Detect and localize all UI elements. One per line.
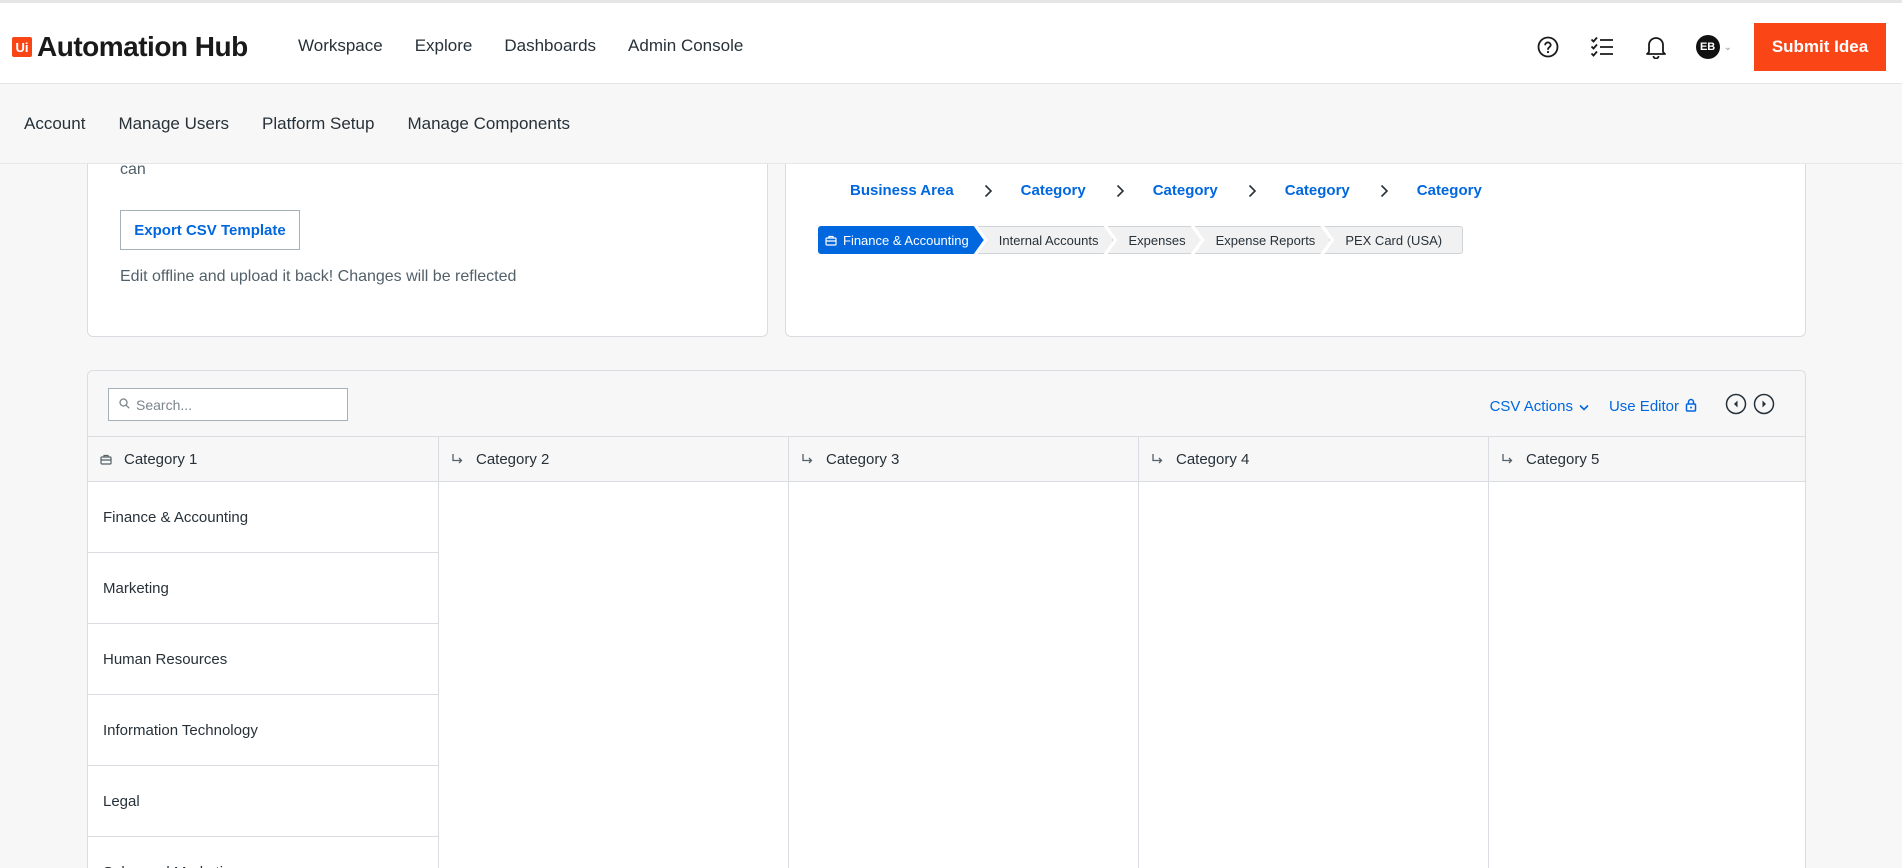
logo-badge: Ui bbox=[12, 37, 32, 57]
list-item[interactable]: Information Technology bbox=[88, 695, 438, 766]
list-item[interactable]: Finance & Accounting bbox=[88, 482, 438, 553]
app-logo[interactable]: Ui Automation Hub bbox=[12, 33, 248, 61]
chip-internal-accounts[interactable]: Internal Accounts bbox=[978, 226, 1114, 254]
help-icon[interactable] bbox=[1534, 33, 1562, 61]
chevron-right-icon bbox=[1116, 184, 1125, 198]
export-csv-template-button[interactable]: Export CSV Template bbox=[120, 210, 300, 250]
lock-icon bbox=[1685, 398, 1697, 416]
subnav-manage-components[interactable]: Manage Components bbox=[407, 114, 570, 134]
subnav-manage-users[interactable]: Manage Users bbox=[118, 114, 229, 134]
chevron-right-icon bbox=[1380, 184, 1389, 198]
column-header-category-3: Category 3 bbox=[789, 437, 1139, 482]
breadcrumb-category[interactable]: Category bbox=[1417, 182, 1482, 199]
chevron-right-icon bbox=[1248, 184, 1257, 198]
chip-expense-reports[interactable]: Expense Reports bbox=[1195, 226, 1331, 254]
breadcrumb: Business Area Category Category Category… bbox=[850, 182, 1482, 199]
column-header-label: Category 3 bbox=[826, 450, 900, 468]
nav-explore[interactable]: Explore bbox=[415, 36, 473, 56]
list-item[interactable]: Marketing bbox=[88, 553, 438, 624]
list-item[interactable]: Legal bbox=[88, 766, 438, 837]
subcategory-arrow-icon bbox=[1501, 453, 1514, 466]
hierarchy-chips: Finance & Accounting Internal Accounts E… bbox=[818, 226, 1464, 254]
submit-idea-button[interactable]: Submit Idea bbox=[1754, 23, 1886, 71]
subcategory-arrow-icon bbox=[801, 453, 814, 466]
chip-pex-card[interactable]: PEX Card (USA) bbox=[1324, 226, 1464, 254]
chevron-down-icon: ⌄ bbox=[1723, 41, 1732, 53]
category-1-column: Finance & Accounting Marketing Human Res… bbox=[88, 482, 439, 868]
category-5-column bbox=[1489, 482, 1805, 868]
csv-actions-label: CSV Actions bbox=[1489, 398, 1573, 415]
business-area-icon bbox=[100, 453, 112, 465]
task-list-icon[interactable] bbox=[1588, 33, 1616, 61]
category-editor-panel: CSV Actions Use Editor Category 1 Catego… bbox=[87, 370, 1806, 868]
chip-label: Finance & Accounting bbox=[843, 232, 969, 248]
csv-actions-dropdown[interactable]: CSV Actions bbox=[1490, 398, 1589, 415]
chip-finance-accounting[interactable]: Finance & Accounting bbox=[818, 226, 984, 254]
search-box[interactable] bbox=[108, 388, 348, 421]
breadcrumb-category[interactable]: Category bbox=[1021, 182, 1086, 199]
hierarchy-preview-card: Business Area Category Category Category… bbox=[785, 164, 1806, 337]
search-icon bbox=[119, 396, 130, 414]
list-item[interactable]: Human Resources bbox=[88, 624, 438, 695]
scroll-arrows bbox=[1725, 393, 1775, 420]
subnav-platform-setup[interactable]: Platform Setup bbox=[262, 114, 374, 134]
nav-dashboards[interactable]: Dashboards bbox=[504, 36, 596, 56]
column-header-category-5: Category 5 bbox=[1489, 437, 1805, 482]
nav-admin-console[interactable]: Admin Console bbox=[628, 36, 743, 56]
top-icons: EB ⌄ bbox=[1534, 33, 1732, 61]
editor-toolbar: CSV Actions Use Editor bbox=[88, 371, 1805, 437]
use-editor-button[interactable]: Use Editor bbox=[1609, 398, 1697, 416]
main-nav: Workspace Explore Dashboards Admin Conso… bbox=[298, 36, 775, 56]
chevron-down-icon bbox=[1579, 398, 1589, 415]
user-menu[interactable]: EB ⌄ bbox=[1695, 35, 1732, 59]
column-header-category-4: Category 4 bbox=[1139, 437, 1489, 482]
list-item[interactable]: Sales and Marketing bbox=[88, 837, 438, 868]
use-editor-label: Use Editor bbox=[1608, 398, 1679, 415]
subcategory-arrow-icon bbox=[451, 453, 464, 466]
subcategory-arrow-icon bbox=[1151, 453, 1164, 466]
toolbar-actions: CSV Actions Use Editor bbox=[1490, 393, 1775, 420]
logo-text: Automation Hub bbox=[37, 31, 248, 62]
chevron-right-icon bbox=[984, 184, 993, 198]
top-navigation-bar: Ui Automation Hub Workspace Explore Dash… bbox=[0, 0, 1902, 84]
avatar: EB bbox=[1695, 35, 1720, 59]
column-header-label: Category 1 bbox=[124, 450, 198, 468]
chip-expenses[interactable]: Expenses bbox=[1107, 226, 1200, 254]
category-4-column bbox=[1139, 482, 1489, 868]
scroll-left-icon[interactable] bbox=[1725, 393, 1747, 420]
bell-icon[interactable] bbox=[1642, 33, 1670, 61]
breadcrumb-category[interactable]: Category bbox=[1285, 182, 1350, 199]
subnav-account[interactable]: Account bbox=[24, 114, 85, 134]
business-area-icon bbox=[825, 234, 837, 246]
search-input[interactable] bbox=[136, 396, 336, 413]
column-header-category-1: Category 1 bbox=[88, 437, 439, 482]
column-header-category-2: Category 2 bbox=[439, 437, 789, 482]
csv-info-card: can Export CSV Template Edit offline and… bbox=[87, 161, 768, 337]
column-header-label: Category 5 bbox=[1526, 450, 1600, 468]
admin-subnav: Account Manage Users Platform Setup Mana… bbox=[0, 84, 1902, 164]
nav-workspace[interactable]: Workspace bbox=[298, 36, 383, 56]
column-header-label: Category 4 bbox=[1176, 450, 1250, 468]
column-header-label: Category 2 bbox=[476, 450, 550, 468]
scroll-right-icon[interactable] bbox=[1753, 393, 1775, 420]
category-2-column bbox=[439, 482, 789, 868]
breadcrumb-business-area[interactable]: Business Area bbox=[850, 182, 954, 199]
category-3-column bbox=[789, 482, 1139, 868]
edit-offline-text: Edit offline and upload it back! Changes… bbox=[120, 268, 517, 285]
breadcrumb-category[interactable]: Category bbox=[1153, 182, 1218, 199]
description-text: can bbox=[120, 161, 146, 178]
